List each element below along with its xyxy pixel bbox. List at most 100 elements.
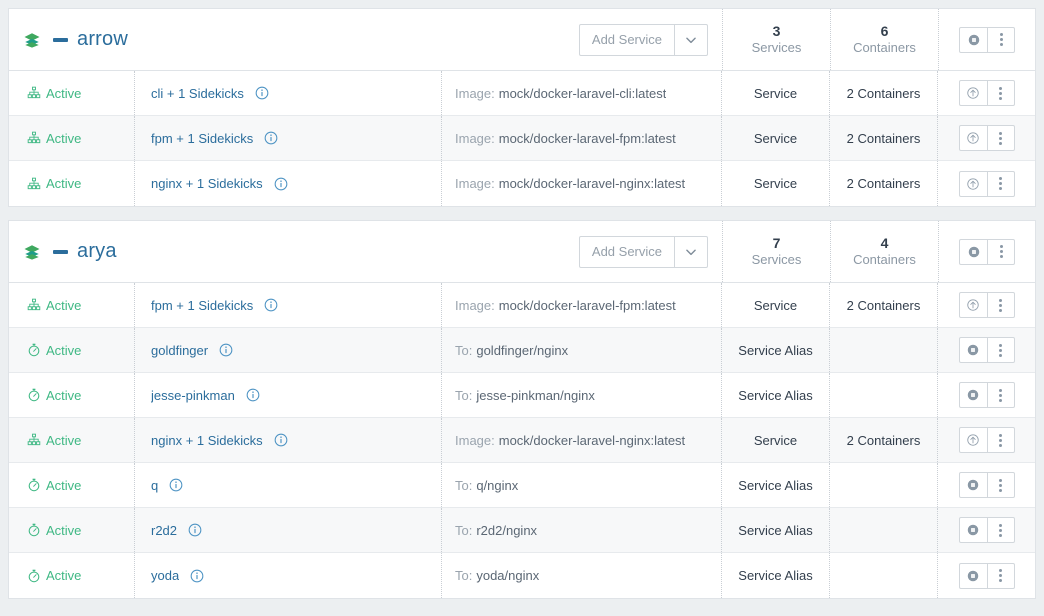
service-container-count-cell [830,463,938,507]
collapse-minus-icon[interactable] [43,241,77,263]
row-kebab-menu[interactable] [986,383,1014,407]
add-service-split-button[interactable]: Add Service [578,235,708,268]
detail-label: To: [455,387,473,403]
info-circle-icon[interactable] [188,523,202,537]
stack-name[interactable]: arya [77,240,117,263]
service-name-cell: yoda [135,553,442,598]
upgrade-arrow-circle-icon[interactable] [960,126,987,150]
row-kebab-menu[interactable] [986,563,1014,588]
service-row[interactable]: Active q To: q/nginx Service Alias [9,463,1035,508]
service-row[interactable]: Active nginx + 1 Sidekicks Image: mock/dock… [9,161,1035,206]
row-action-group[interactable] [958,427,1015,453]
upgrade-arrow-circle-icon[interactable] [960,172,987,196]
stat-value: 7 [772,234,781,251]
service-name-link[interactable]: nginx + 1 Sidekicks [151,433,263,448]
status-cell: Active [9,116,135,160]
service-name-link[interactable]: r2d2 [151,523,177,538]
service-name-link[interactable]: cli + 1 Sidekicks [151,86,244,101]
stop-circle-icon[interactable] [960,338,987,362]
upgrade-arrow-circle-icon[interactable] [960,428,987,452]
stop-circle-icon[interactable] [960,240,987,264]
stack-action-group[interactable] [959,238,1015,265]
row-action-group[interactable] [958,170,1015,197]
info-circle-icon[interactable] [255,86,269,100]
service-container-count-cell [830,553,938,598]
service-name-link[interactable]: fpm + 1 Sidekicks [151,131,253,146]
row-action-group[interactable] [958,382,1015,408]
service-container-count-cell: 2 Containers [830,71,938,115]
info-circle-icon[interactable] [219,343,233,357]
detail-value: yoda/nginx [476,568,540,583]
stopwatch-icon [27,388,41,402]
add-service-button[interactable]: Add Service [580,236,675,267]
info-circle-icon[interactable] [264,131,278,145]
service-row[interactable]: Active nginx + 1 Sidekicks Image: mock/dock… [9,418,1035,463]
info-circle-icon[interactable] [190,569,204,583]
add-service-button[interactable]: Add Service [580,24,675,55]
detail-value: jesse-pinkman/nginx [476,387,595,403]
service-name-cell: cli + 1 Sidekicks [135,71,442,115]
row-actions-cell [938,508,1035,552]
stack-name[interactable]: arrow [77,28,128,51]
row-actions-cell [938,283,1035,327]
add-service-split-button[interactable]: Add Service [578,23,708,56]
service-container-count-cell: 2 Containers [830,283,938,327]
row-kebab-menu[interactable] [986,81,1014,105]
stop-circle-icon[interactable] [960,564,987,588]
row-actions-cell [938,418,1035,462]
detail-label: Image: [455,176,495,191]
stop-circle-icon[interactable] [960,473,987,497]
stop-circle-icon[interactable] [960,28,987,52]
row-action-group[interactable] [958,562,1015,589]
service-name-link[interactable]: q [151,478,158,493]
stack-stat-containers: 4 Containers [830,221,938,282]
service-container-count-cell [830,328,938,372]
row-action-group[interactable] [958,472,1015,498]
row-kebab-menu[interactable] [986,338,1014,362]
collapse-minus-icon[interactable] [43,29,77,51]
service-name-link[interactable]: goldfinger [151,343,208,358]
stop-circle-icon[interactable] [960,383,987,407]
service-row[interactable]: Active yoda To: yoda/nginx Service Alias [9,553,1035,598]
row-action-group[interactable] [958,337,1015,363]
stat-value: 4 [880,234,889,251]
vertical-dots-icon [999,569,1002,582]
stat-value: 6 [880,22,889,39]
stack-kebab-menu[interactable] [987,239,1014,264]
row-action-group[interactable] [958,125,1015,151]
service-detail-cell: To: jesse-pinkman/nginx [442,373,722,417]
row-kebab-menu[interactable] [986,473,1014,497]
row-kebab-menu[interactable] [986,126,1014,150]
service-row[interactable]: Active fpm + 1 Sidekicks Image: mock/docker… [9,283,1035,328]
info-circle-icon[interactable] [274,177,288,191]
service-name-link[interactable]: nginx + 1 Sidekicks [151,176,263,191]
chevron-down-icon[interactable] [675,25,707,55]
detail-value: q/nginx [476,477,519,493]
service-name-link[interactable]: jesse-pinkman [151,388,235,403]
row-action-group[interactable] [958,292,1015,318]
service-name-link[interactable]: fpm + 1 Sidekicks [151,298,253,313]
upgrade-arrow-circle-icon[interactable] [960,293,987,317]
upgrade-arrow-circle-icon[interactable] [960,81,987,105]
service-name-link[interactable]: yoda [151,568,179,583]
row-kebab-menu[interactable] [986,428,1014,452]
service-row[interactable]: Active fpm + 1 Sidekicks Image: mock/docker… [9,116,1035,161]
stack-kebab-menu[interactable] [987,27,1014,52]
service-row[interactable]: Active jesse-pinkman To: jesse-pinkman/ngin… [9,373,1035,418]
row-action-group[interactable] [958,80,1015,106]
row-action-group[interactable] [958,517,1015,543]
stack-action-group[interactable] [959,26,1015,53]
row-kebab-menu[interactable] [986,293,1014,317]
info-circle-icon[interactable] [246,388,260,402]
info-circle-icon[interactable] [274,433,288,447]
service-row[interactable]: Active r2d2 To: r2d2/nginx Service Alias [9,508,1035,553]
service-row[interactable]: Active cli + 1 Sidekicks Image: mock/docker… [9,71,1035,116]
stop-circle-icon[interactable] [960,518,987,542]
row-kebab-menu[interactable] [986,518,1014,542]
row-kebab-menu[interactable] [986,171,1014,196]
chevron-down-icon[interactable] [675,237,707,267]
service-row[interactable]: Active goldfinger To: goldfinger/nginx Servi… [9,328,1035,373]
service-type-cell: Service Alias [722,508,830,552]
info-circle-icon[interactable] [169,478,183,492]
info-circle-icon[interactable] [264,298,278,312]
